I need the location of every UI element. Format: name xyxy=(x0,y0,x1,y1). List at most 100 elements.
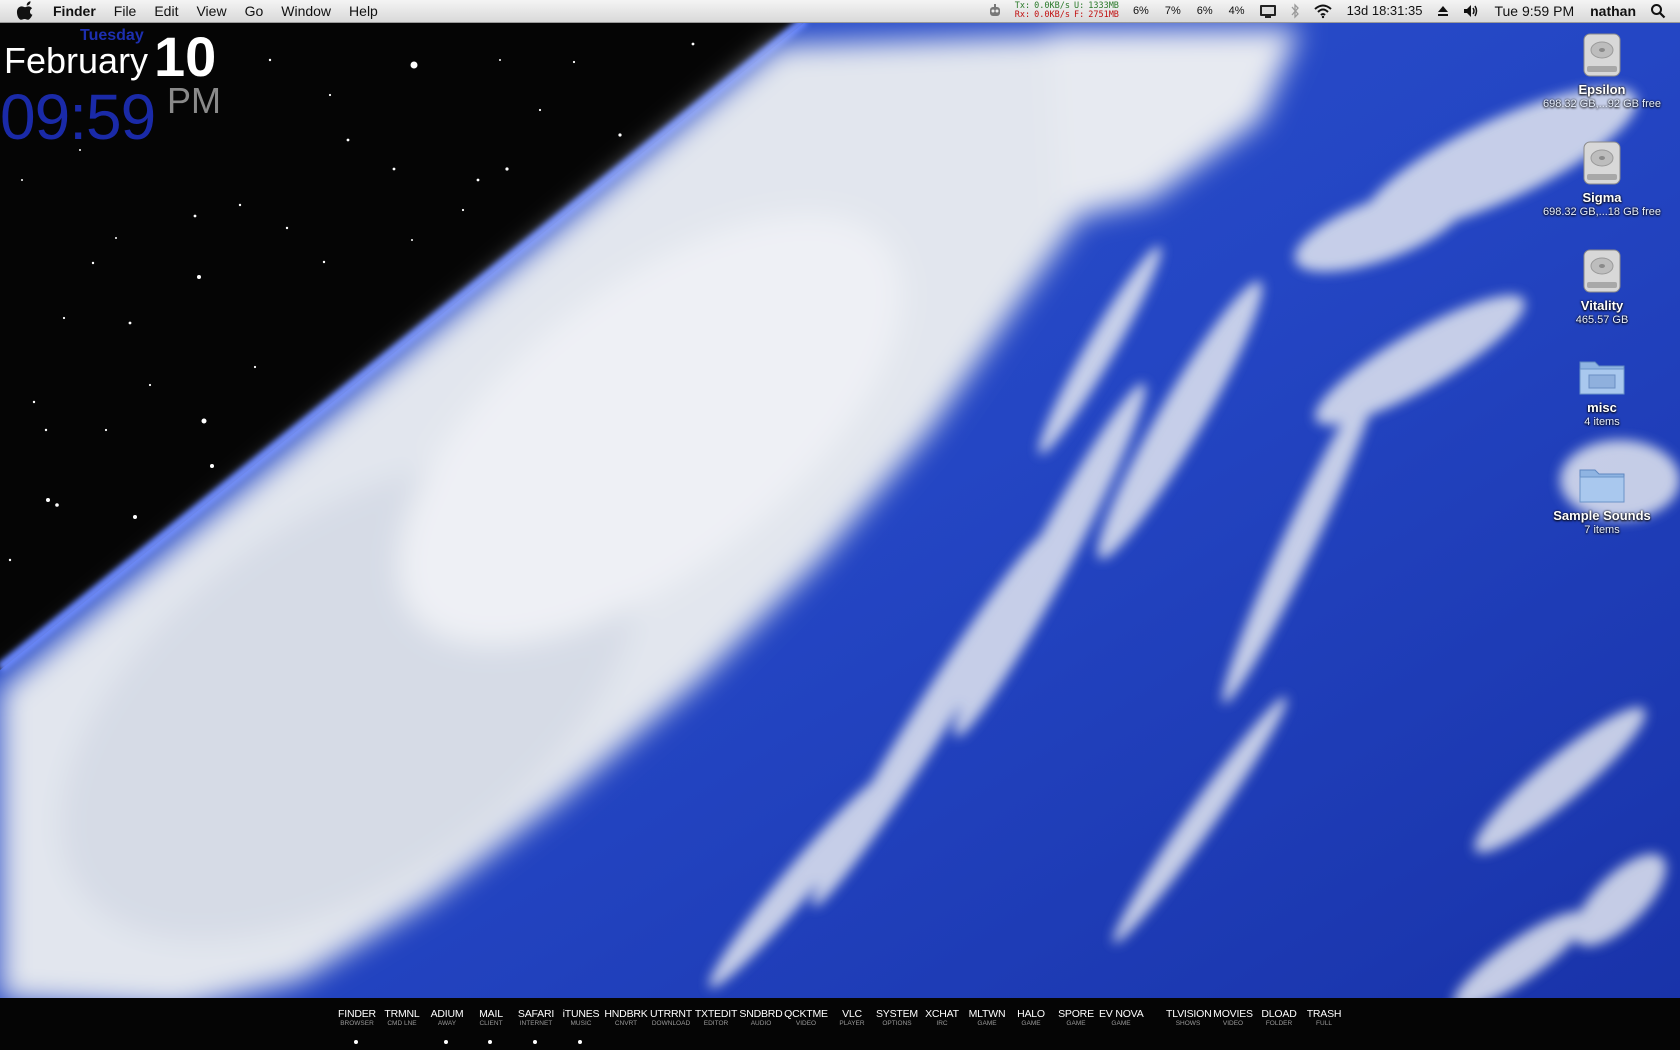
uptime-text[interactable]: 13d 18:31:35 xyxy=(1339,0,1431,22)
dock-item-label: SYSTEM xyxy=(876,1008,918,1020)
menu-help[interactable]: Help xyxy=(340,0,387,22)
dock-item-label: ADIUM xyxy=(430,1008,464,1020)
desktop-icon-info: 698.32 GB,...92 GB free xyxy=(1542,98,1661,110)
dock-item-trash[interactable]: TRASH FULL xyxy=(1302,1008,1346,1027)
dock-item-safari[interactable]: SAFARI INTERNET xyxy=(514,1008,558,1044)
cpu-core-4[interactable]: 4% xyxy=(1221,5,1253,17)
cpu-core-3[interactable]: 6% xyxy=(1189,5,1221,17)
dock-item-sublabel: CNVRT xyxy=(614,1020,638,1027)
desktop-icon-vitality[interactable]: Vitality 465.57 GB xyxy=(1537,246,1667,326)
dock-item-label: FINDER xyxy=(338,1008,376,1020)
dock-item-label: iTUNES xyxy=(562,1008,600,1020)
dock-item-spore[interactable]: SPORE GAME xyxy=(1054,1008,1098,1027)
dock-item-vlc[interactable]: VLC PLAYER xyxy=(830,1008,874,1027)
desktop-wallpaper xyxy=(0,0,1680,1050)
mem-free-label: F: xyxy=(1073,10,1085,20)
dock-item-sublabel: AUDIO xyxy=(750,1020,772,1027)
dock-item-downloads[interactable]: DLOAD FOLDER xyxy=(1257,1008,1301,1027)
dock-item-sublabel: OPTIONS xyxy=(882,1020,912,1027)
dock-item-mail[interactable]: MAIL CLIENT xyxy=(469,1008,513,1044)
dock-item-sublabel: DOWNLOAD xyxy=(651,1020,691,1027)
apple-menu-icon[interactable] xyxy=(16,1,36,21)
rx-value: 0.0KB/s xyxy=(1034,10,1070,20)
dock-item-label: HALO xyxy=(1017,1008,1045,1020)
dock-item-handbrake[interactable]: HNDBRK CNVRT xyxy=(604,1008,648,1027)
dock-item-sublabel: GAME xyxy=(1021,1020,1041,1027)
mem-free-value: 2751MB xyxy=(1088,10,1119,20)
desktop-icon-misc[interactable]: misc 4 items xyxy=(1537,356,1667,428)
dock-item-adium[interactable]: ADIUM AWAY xyxy=(425,1008,469,1044)
desktop-icon-label: Vitality xyxy=(1580,298,1624,313)
user-menu[interactable]: nathan xyxy=(1582,0,1644,22)
dock-item-label: MOVIES xyxy=(1213,1008,1253,1020)
running-indicator xyxy=(354,1040,358,1044)
volume-icon[interactable] xyxy=(1462,3,1480,19)
dock-item-itunes[interactable]: iTUNES MUSIC xyxy=(559,1008,603,1044)
menu-view[interactable]: View xyxy=(187,0,235,22)
dock-item-sublabel: FOLDER xyxy=(1265,1020,1293,1027)
dock-item-sublabel: AWAY xyxy=(437,1020,457,1027)
dock-item-terminal[interactable]: TRMNL CMD LNE xyxy=(380,1008,424,1027)
menu-bar: Finder File Edit View Go Window Help Tx:… xyxy=(0,0,1680,23)
menu-window[interactable]: Window xyxy=(272,0,340,22)
wifi-icon[interactable] xyxy=(1313,3,1333,19)
dock-item-sublabel: VIDEO xyxy=(1222,1020,1244,1027)
desktop-icon-info: 4 items xyxy=(1584,416,1620,428)
network-memory-monitor[interactable]: Tx: 0.0KB/s U: 1333MB Rx: 0.0KB/s F: 275… xyxy=(1009,2,1125,20)
bluetooth-icon[interactable] xyxy=(1289,3,1301,19)
dock-item-television[interactable]: TLVISION SHOWS xyxy=(1166,1008,1212,1027)
dock-item-label: EV NOVA xyxy=(1099,1008,1144,1020)
dock-item-label: SPORE xyxy=(1058,1008,1094,1020)
dock-item-label: MAIL xyxy=(479,1008,503,1020)
dock-item-system-preferences[interactable]: SYSTEM OPTIONS xyxy=(875,1008,919,1027)
dock-item-label: SNDBRD xyxy=(739,1008,783,1020)
dock-item-label: DLOAD xyxy=(1261,1008,1297,1020)
dock-item-utorrent[interactable]: UTRRNT DOWNLOAD xyxy=(649,1008,693,1027)
dock-item-ev-nova[interactable]: EV NOVA GAME xyxy=(1099,1008,1144,1027)
desktop-icon-sigma[interactable]: Sigma 698.32 GB,...18 GB free xyxy=(1537,138,1667,218)
dock-item-finder[interactable]: FINDER BROWSER xyxy=(335,1008,379,1044)
folder-icon xyxy=(1579,469,1625,503)
desktop-icon-sample-sounds[interactable]: Sample Sounds 7 items xyxy=(1537,464,1667,536)
running-indicator xyxy=(578,1040,582,1044)
dock-item-label: TLVISION xyxy=(1166,1008,1212,1020)
desktop-icon-epsilon[interactable]: Epsilon 698.32 GB,...92 GB free xyxy=(1537,30,1667,110)
dock-item-sublabel: GAME xyxy=(1066,1020,1086,1027)
menu-file[interactable]: File xyxy=(105,0,146,22)
menu-app-name[interactable]: Finder xyxy=(44,0,105,22)
menu-edit[interactable]: Edit xyxy=(145,0,187,22)
dock-item-label: VLC xyxy=(842,1008,862,1020)
running-indicator xyxy=(533,1040,537,1044)
dock-item-quicktime[interactable]: QCKTME VIDEO xyxy=(784,1008,828,1027)
running-indicator xyxy=(488,1040,492,1044)
dock-item-sublabel: FULL xyxy=(1316,1020,1332,1027)
rx-label: Rx: xyxy=(1014,10,1031,20)
cpu-core-2[interactable]: 7% xyxy=(1157,5,1189,17)
desktop-icon-label: Epsilon xyxy=(1578,82,1626,97)
clock-ampm: PM xyxy=(167,80,221,121)
dock-item-label: MLTWN xyxy=(968,1008,1006,1020)
dock-item-marathon[interactable]: MLTWN GAME xyxy=(965,1008,1009,1027)
dock-item-sublabel: IRC xyxy=(936,1020,948,1027)
desktop-icon-info: 698.32 GB,...18 GB free xyxy=(1542,206,1661,218)
menubar-clock[interactable]: Tue 9:59 PM xyxy=(1486,0,1582,22)
menu-extras: Tx: 0.0KB/s U: 1333MB Rx: 0.0KB/s F: 275… xyxy=(981,0,1680,22)
dock-item-soundboard[interactable]: SNDBRD AUDIO xyxy=(739,1008,783,1027)
dock-item-label: HNDBRK xyxy=(604,1008,648,1020)
dock-item-label: QCKTME xyxy=(784,1008,828,1020)
dock-item-xchat[interactable]: XCHAT IRC xyxy=(920,1008,964,1027)
dock-item-sublabel: MUSIC xyxy=(570,1020,592,1027)
dock-item-sublabel: EDITOR xyxy=(703,1020,729,1027)
display-icon[interactable] xyxy=(1259,3,1277,19)
dock-item-label: XCHAT xyxy=(925,1008,959,1020)
dock-item-sublabel: GAME xyxy=(1111,1020,1131,1027)
dock-item-movies[interactable]: MOVIES VIDEO xyxy=(1211,1008,1255,1027)
dock-item-textedit[interactable]: TXTEDIT EDITOR xyxy=(694,1008,738,1027)
menu-go[interactable]: Go xyxy=(236,0,273,22)
cpu-core-1[interactable]: 6% xyxy=(1125,5,1157,17)
dock-item-halo[interactable]: HALO GAME xyxy=(1009,1008,1053,1027)
robot-icon[interactable] xyxy=(987,3,1003,19)
spotlight-search-icon[interactable] xyxy=(1650,3,1666,19)
clock-month: February xyxy=(4,40,149,81)
eject-icon[interactable] xyxy=(1436,3,1450,19)
